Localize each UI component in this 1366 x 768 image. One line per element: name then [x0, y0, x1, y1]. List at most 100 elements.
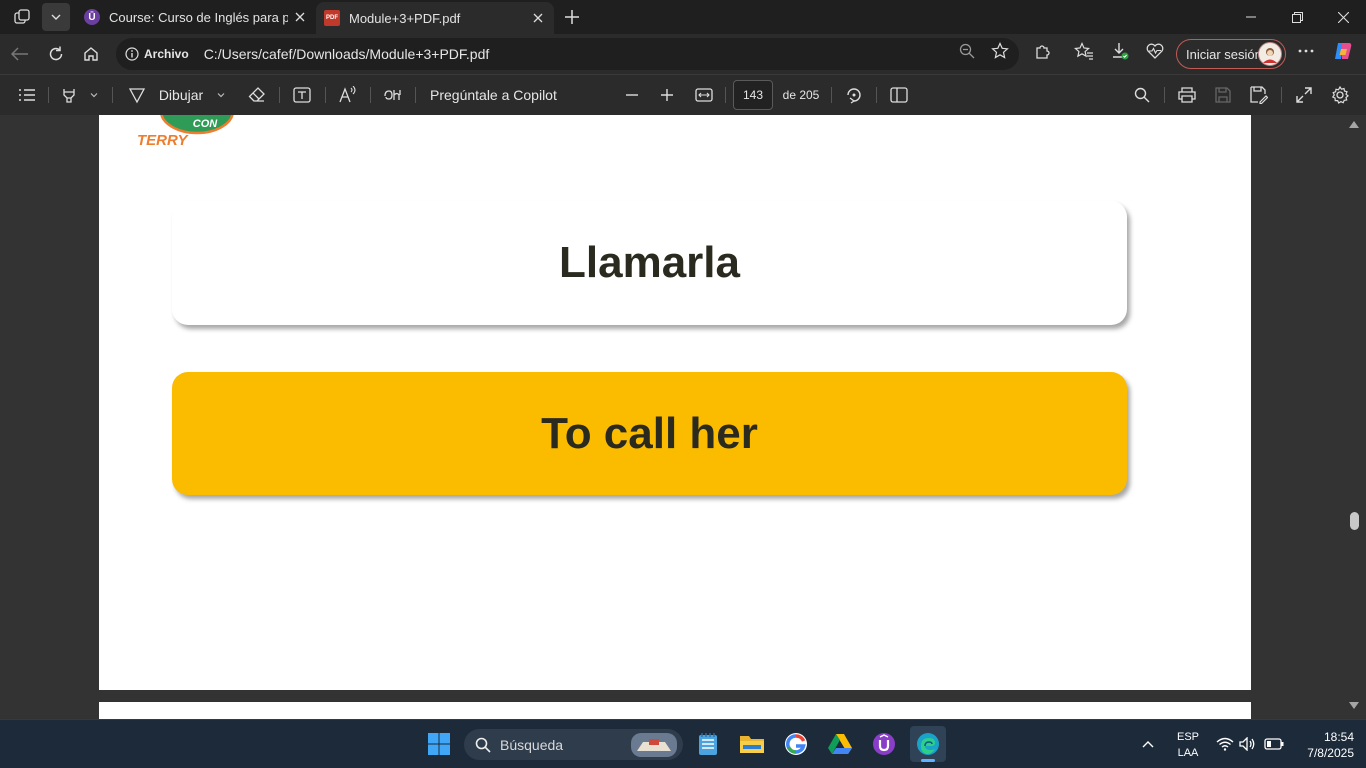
- rotate-icon[interactable]: [843, 83, 865, 107]
- google-chrome-icon[interactable]: [778, 726, 814, 762]
- tab-actions-chevron-icon[interactable]: [42, 3, 70, 31]
- edge-browser-icon[interactable]: [910, 726, 946, 762]
- keyboard-layout: LAA: [1177, 747, 1199, 759]
- language-code: ESP: [1176, 731, 1199, 743]
- pdf-viewer[interactable]: CON TERRY Llamarla To call her: [0, 115, 1366, 719]
- wifi-icon[interactable]: [1212, 726, 1238, 762]
- zoom-out-icon[interactable]: [622, 83, 642, 107]
- pdf-toolbar: Dibujar Pregúntale a Copilot 143 de 205: [0, 74, 1366, 115]
- separator: [48, 87, 49, 103]
- separator: [831, 87, 832, 103]
- site-info-label: Archivo: [144, 47, 189, 61]
- info-icon: [125, 47, 139, 61]
- add-text-icon[interactable]: [291, 83, 313, 107]
- refresh-icon[interactable]: [42, 40, 70, 68]
- favorites-icon[interactable]: [1071, 38, 1097, 64]
- brand-logo: CON TERRY: [135, 115, 235, 149]
- notepad-icon[interactable]: [690, 726, 726, 762]
- taskbar-search-placeholder: Búsqueda: [500, 736, 564, 753]
- print-icon[interactable]: [1176, 83, 1198, 107]
- udemy-app-icon[interactable]: [866, 726, 902, 762]
- site-info[interactable]: Archivo: [125, 47, 189, 61]
- save-as-icon[interactable]: [1248, 83, 1270, 107]
- separator: [415, 87, 416, 103]
- search-icon[interactable]: [1131, 83, 1153, 107]
- clock[interactable]: 18:54 7/8/2025: [1292, 729, 1354, 761]
- active-app-indicator: [921, 759, 935, 762]
- battery-icon[interactable]: [1261, 726, 1287, 762]
- url-text[interactable]: C:/Users/cafef/Downloads/Module+3+PDF.pd…: [204, 46, 490, 62]
- tab-strip: Ū Course: Curso de Inglés para principia…: [0, 0, 1366, 34]
- profile-avatar-icon: [1258, 42, 1282, 66]
- google-drive-icon[interactable]: [822, 726, 858, 762]
- extensions-icon[interactable]: [1030, 38, 1056, 64]
- close-window-icon[interactable]: [1320, 0, 1366, 34]
- back-icon[interactable]: [6, 40, 34, 68]
- page-total: de 205: [782, 88, 820, 102]
- draw-options-chevron-icon[interactable]: [213, 83, 229, 107]
- more-options-icon[interactable]: [1293, 38, 1319, 64]
- close-tab-icon[interactable]: [526, 6, 550, 30]
- signin-label: Iniciar sesión: [1186, 46, 1262, 62]
- zoom-in-icon[interactable]: [657, 83, 677, 107]
- separator: [876, 87, 877, 103]
- separator: [279, 87, 280, 103]
- read-aloud-icon[interactable]: [337, 83, 359, 107]
- home-icon[interactable]: [77, 40, 105, 68]
- taskbar: Búsqueda ESP LAA 18:54 7/8/2025: [0, 719, 1366, 768]
- tab-title: Module+3+PDF.pdf: [349, 10, 461, 26]
- search-highlight-icon: [631, 733, 677, 757]
- vertical-scrollbar[interactable]: [1347, 115, 1366, 719]
- favorite-star-icon[interactable]: [987, 38, 1013, 64]
- address-bar[interactable]: Archivo C:/Users/cafef/Downloads/Module+…: [116, 38, 1019, 70]
- signin-button[interactable]: Iniciar sesión: [1176, 39, 1286, 69]
- save-icon[interactable]: [1212, 83, 1234, 107]
- separator: [325, 87, 326, 103]
- copilot-icon[interactable]: [1330, 38, 1356, 64]
- contents-list-icon[interactable]: [16, 83, 38, 107]
- tab-title: Course: Curso de Inglés para principiant…: [109, 9, 288, 25]
- page-number-input[interactable]: 143: [733, 80, 773, 110]
- file-explorer-icon[interactable]: [734, 726, 770, 762]
- scroll-down-arrow-icon[interactable]: [1349, 702, 1359, 709]
- restore-icon[interactable]: [1274, 0, 1320, 34]
- fullscreen-icon[interactable]: [1293, 83, 1315, 107]
- workspaces-icon[interactable]: [8, 3, 36, 31]
- course-favicon-icon: Ū: [84, 9, 100, 25]
- ask-copilot-button[interactable]: Pregúntale a Copilot: [430, 83, 562, 107]
- translate-icon[interactable]: [382, 83, 404, 107]
- volume-icon[interactable]: [1236, 726, 1260, 762]
- separator: [725, 87, 726, 103]
- fit-to-width-icon[interactable]: [693, 83, 715, 107]
- new-tab-icon[interactable]: [558, 3, 586, 31]
- downloads-icon[interactable]: [1107, 38, 1133, 64]
- pdf-favicon-icon: PDF: [324, 10, 340, 26]
- highlight-options-chevron-icon[interactable]: [86, 83, 102, 107]
- windows-start-icon[interactable]: [421, 726, 457, 762]
- close-tab-icon[interactable]: [288, 5, 312, 29]
- tab-course[interactable]: Ū Course: Curso de Inglés para principia…: [76, 2, 316, 32]
- svg-text:CON: CON: [193, 118, 219, 130]
- settings-gear-icon[interactable]: [1329, 83, 1351, 107]
- clock-time: 18:54: [1323, 730, 1354, 744]
- tab-pdf[interactable]: PDF Module+3+PDF.pdf: [316, 2, 554, 34]
- performance-heart-icon[interactable]: [1142, 38, 1168, 64]
- show-hidden-icons-chevron-icon[interactable]: [1133, 726, 1163, 762]
- input-language[interactable]: ESP LAA: [1170, 729, 1206, 761]
- draw-button[interactable]: Dibujar: [156, 83, 206, 107]
- search-icon: [475, 737, 491, 753]
- scroll-up-arrow-icon[interactable]: [1349, 121, 1359, 128]
- draw-icon[interactable]: [126, 83, 148, 107]
- address-bar-row: Archivo C:/Users/cafef/Downloads/Module+…: [0, 34, 1366, 74]
- scrollbar-thumb[interactable]: [1350, 512, 1359, 530]
- spanish-phrase-card: Llamarla: [172, 201, 1127, 325]
- highlight-icon[interactable]: [58, 83, 80, 107]
- minimize-icon[interactable]: [1228, 0, 1274, 34]
- taskbar-search[interactable]: Búsqueda: [464, 729, 683, 760]
- separator: [1164, 87, 1165, 103]
- eraser-icon[interactable]: [246, 83, 268, 107]
- clock-date: 7/8/2025: [1307, 746, 1354, 760]
- page-view-icon[interactable]: [888, 83, 910, 107]
- english-phrase-card: To call her: [172, 372, 1127, 495]
- zoom-out-icon[interactable]: [954, 38, 980, 64]
